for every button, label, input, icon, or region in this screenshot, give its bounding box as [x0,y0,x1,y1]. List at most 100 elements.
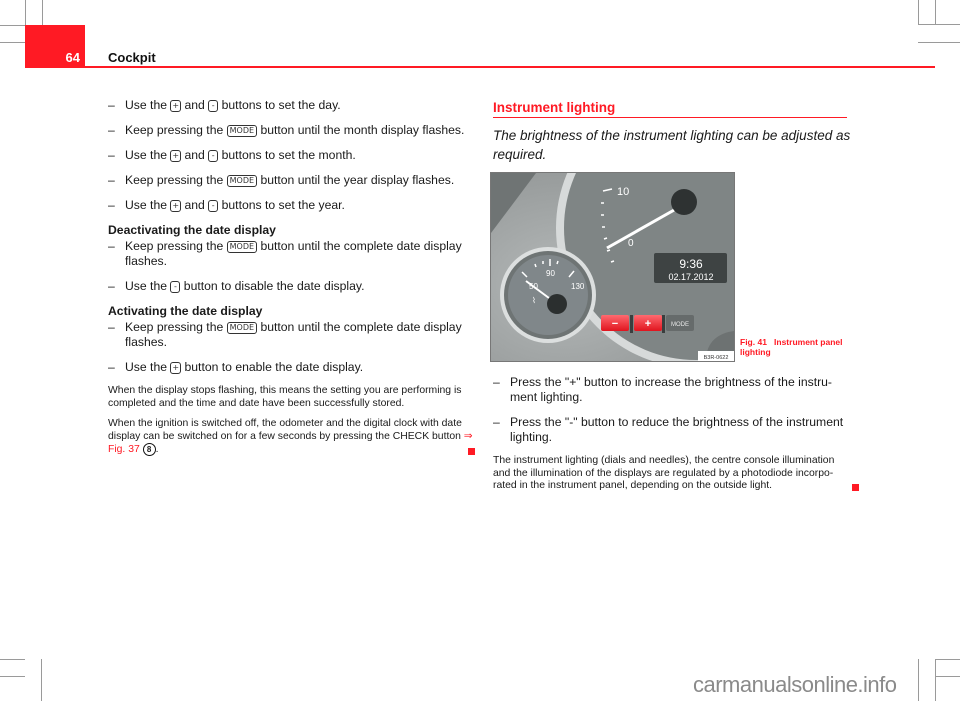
watermark: carmanualsonline.info [693,672,897,697]
svg-text:+: + [645,318,651,330]
step-item: – Press the "+" button to increase the br… [493,375,853,405]
callout-number: 8 [142,443,156,456]
section-title: Instrument lighting [493,100,847,118]
button-key-icon: + [170,150,182,162]
note-check-button: When the ignition is switched off, the o… [108,418,475,457]
step-text: button to disable the date display. [183,279,365,293]
note-text: The instrument lighting (dials and needl… [493,455,835,491]
chapter-title: Cockpit [108,50,156,65]
step-item: – Use the + and - buttons to set the mont… [108,148,473,163]
step-text: Keep pressing the [125,173,224,187]
button-key-icon: - [208,150,219,162]
step-text: Press the "+" button to increase the bri… [510,375,832,404]
step-text: Press the "-" button to reduce the brigh… [510,415,844,444]
tachometer-hub [671,189,697,215]
button-key-icon: + [170,362,182,374]
note-photodiode: The instrument lighting (dials and needl… [493,455,859,493]
button-key-icon: + [170,200,182,212]
step-text: Keep pressing the [125,123,224,137]
button-key-icon: MODE [226,175,258,187]
coolant-temperature-icon: ⌇ [532,296,536,305]
step-text: and [184,148,205,162]
step-text: buttons to set the day. [221,98,341,112]
lighting-steps: – Press the "+" button to increase the br… [493,375,859,493]
step-dash: – [108,98,115,112]
figure-caption: Fig. 41 Instrument panel lighting [740,337,855,357]
left-column: – Use the + and - buttons to set the day.… [108,98,475,457]
svg-text:−: − [612,318,618,330]
note-end: . [155,444,159,455]
tachometer-label-10: 10 [617,186,629,198]
crop-mark [25,0,43,25]
step-text: and [184,98,205,112]
step-text: Use the [125,98,168,112]
step-text: button until the month display flashes. [260,123,465,137]
button-key-icon: - [208,100,219,112]
note-stored: When the display stops flashing, this me… [108,385,462,409]
end-of-section-icon [468,447,475,455]
activate-heading: Activating the date display [108,304,263,318]
step-dash: – [108,123,115,137]
step-dash: – [108,360,115,374]
end-of-section-icon [852,483,859,491]
step-dash: – [108,198,115,212]
deactivate-heading: Deactivating the date display [108,223,276,237]
clock-time: 9:36 [679,257,703,271]
step-dash: – [108,239,115,253]
step-text: Use the [125,360,168,374]
step-dash: – [108,173,115,187]
step-text: button until the year display flashes. [260,173,455,187]
step-item: – Keep pressing the MODE button until the… [108,173,473,188]
button-key-icon: MODE [226,125,258,137]
image-code: B3R-0622 [704,355,729,361]
instrument-panel-figure: 10 0 9:36 02.17.2012 50 90 130 ⌇ − [490,172,735,362]
crop-mark [918,659,936,701]
step-dash: – [108,148,115,162]
header-rule [85,66,935,68]
tachometer-label-0: 0 [628,238,634,249]
button-key-icon: MODE [226,241,258,253]
step-dash: – [108,320,115,334]
button-key-icon: + [170,100,182,112]
step-dash: – [493,375,500,389]
step-text: buttons to set the month. [221,148,356,162]
step-text: and [184,198,205,212]
crop-mark [918,24,960,43]
crop-mark [936,659,960,677]
crop-mark [13,659,42,701]
step-item: – Use the + button to enable the date dis… [108,360,473,375]
button-key-icon: MODE [226,322,258,334]
step-item: – Use the + and - buttons to set the year… [108,198,473,213]
section-lead: The brightness of the instrument lightin… [493,128,851,162]
page-number: 64 [65,50,80,65]
step-item: – Press the "-" button to reduce the brig… [493,415,853,445]
temp-label-90: 90 [546,269,555,278]
clock-date: 02.17.2012 [668,272,713,282]
step-dash: – [493,415,500,429]
step-text: Use the [125,279,168,293]
step-item: – Keep pressing the MODE button until the… [108,320,473,350]
svg-text:MODE: MODE [671,322,689,328]
step-dash: – [108,279,115,293]
temp-label-130: 130 [571,282,585,291]
figure-number: Fig. 41 [740,337,767,347]
step-text: buttons to set the year. [221,198,345,212]
step-text: Keep pressing the [125,239,224,253]
step-text: button to enable the date display. [184,360,364,374]
temp-gauge-face [508,255,588,335]
step-item: – Keep pressing the MODE button until the… [108,239,473,269]
step-text: Keep pressing the [125,320,224,334]
step-text: Use the [125,198,168,212]
step-item: – Use the + and - buttons to set the day. [108,98,473,113]
crop-mark [918,0,936,24]
step-item: – Keep pressing the MODE button until the… [108,123,473,138]
step-text: Use the [125,148,168,162]
instrument-panel-illustration: 10 0 9:36 02.17.2012 50 90 130 ⌇ − [491,173,734,361]
step-item: – Use the - button to disable the date di… [108,279,473,294]
note-text: When the ignition is switched off, the o… [108,418,462,442]
right-column: Instrument lighting The brightness of th… [493,100,851,164]
temp-gauge-hub [547,294,567,314]
button-key-icon: - [170,281,181,293]
crop-mark [0,25,25,43]
button-key-icon: - [208,200,219,212]
